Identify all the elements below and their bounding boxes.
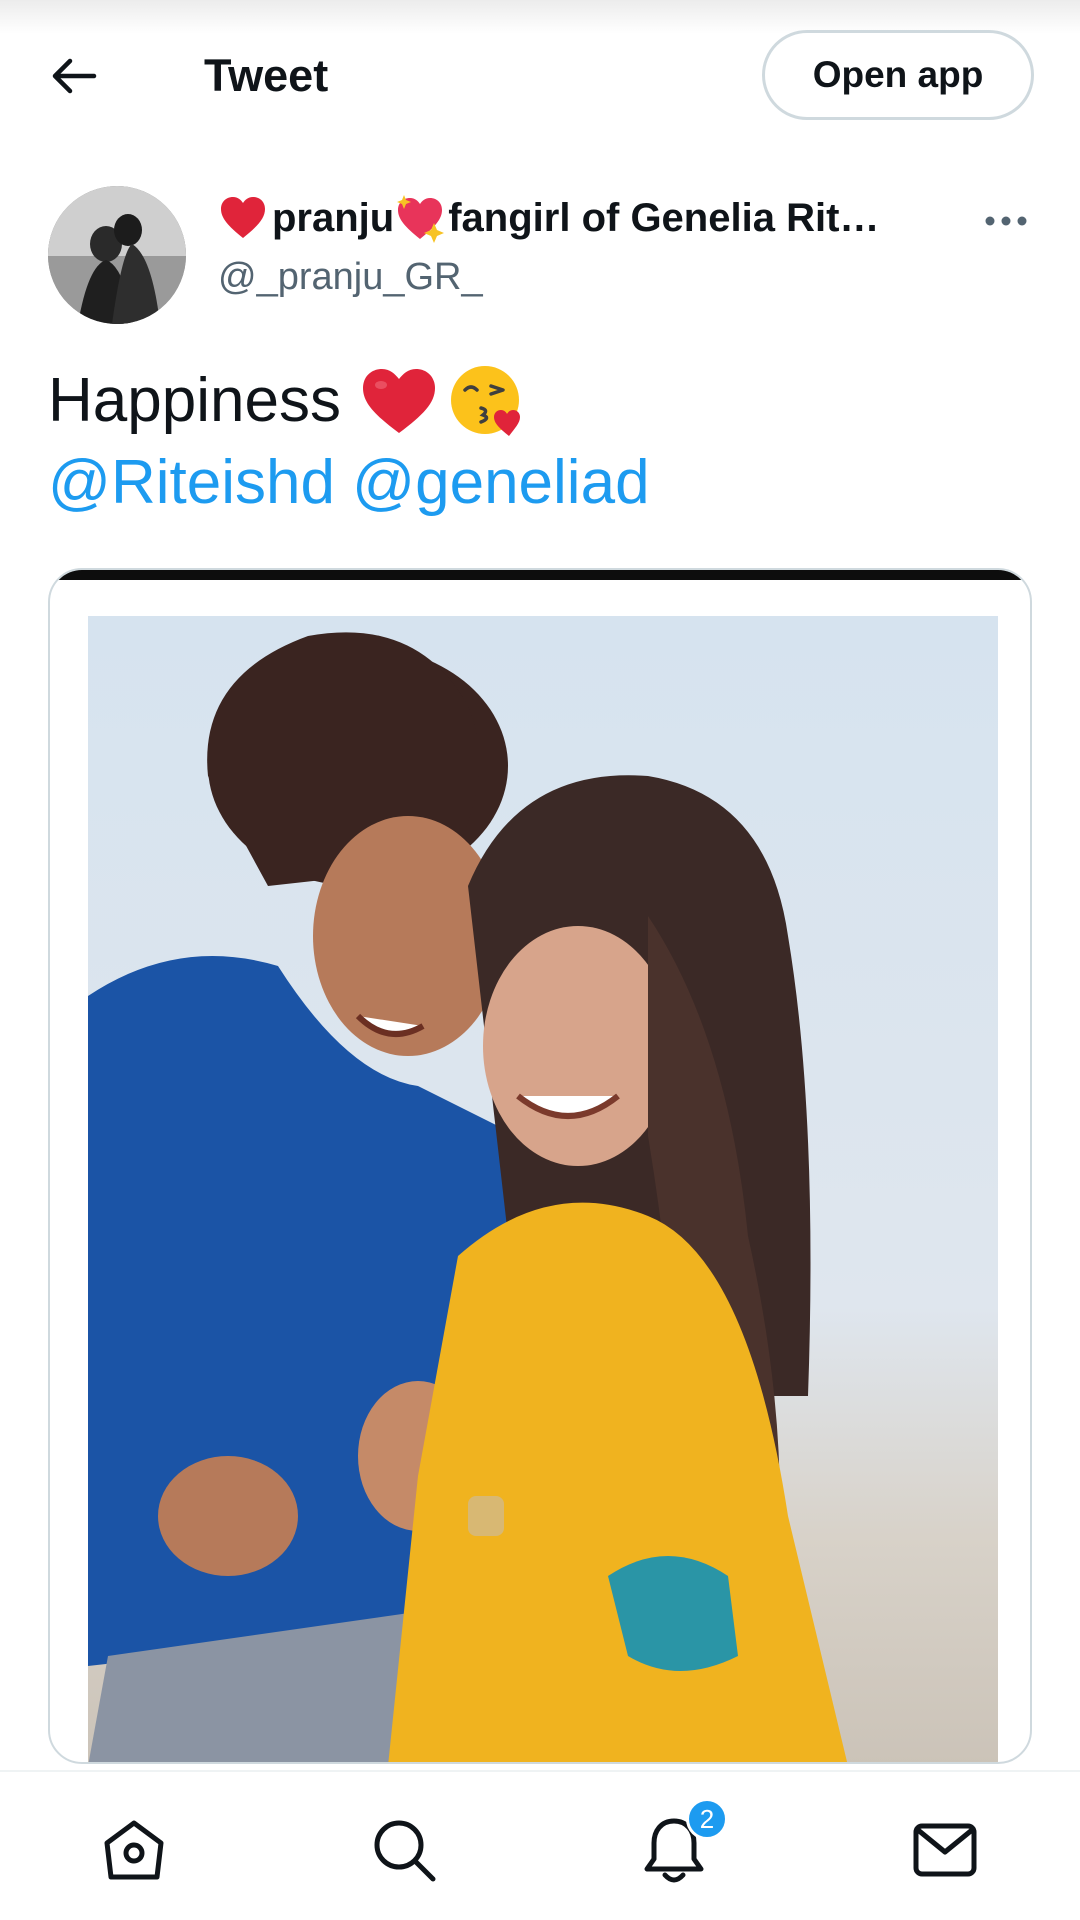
tweet-page: Tweet Open app pranju fangirl of Genelia… [0, 0, 1080, 1920]
arrow-left-icon [52, 58, 97, 94]
avatar-photo [48, 186, 186, 324]
more-options-button[interactable] [978, 196, 1034, 246]
tweet-media[interactable] [48, 568, 1032, 1764]
tweet-text-line: Happiness [48, 360, 1028, 442]
tweet-photo[interactable] [88, 616, 998, 1762]
more-horizontal-icon [985, 216, 1027, 226]
author-name: pranju fangirl of Genelia Rit… [218, 190, 978, 246]
red-heart-icon [221, 197, 265, 238]
red-heart-emoji-icon [362, 369, 435, 433]
tweet-mentions: @Riteishd @geneliad [48, 442, 1028, 524]
open-app-button[interactable]: Open app [762, 30, 1034, 120]
author-name-part2: fangirl of Genelia Rit… [448, 196, 880, 240]
author-name-part1: pranju [272, 196, 395, 240]
notifications-badge: 2 [686, 1798, 728, 1840]
nav-messages[interactable] [905, 1810, 985, 1890]
page-title: Tweet [204, 50, 329, 101]
search-icon [374, 1820, 436, 1882]
mention-link-riteishd[interactable]: @Riteishd [48, 448, 335, 517]
back-button[interactable] [40, 46, 108, 106]
author-info[interactable]: pranju fangirl of Genelia Rit… @_pranju_… [218, 190, 978, 304]
author-handle: @_pranju_GR_ [218, 256, 483, 298]
avatar[interactable] [48, 186, 186, 324]
home-icon [104, 1820, 164, 1880]
mail-icon [913, 1823, 977, 1877]
sparkling-heart-icon [397, 195, 445, 243]
photo-illustration [88, 632, 848, 1762]
tweet-body-text: Happiness [48, 366, 341, 435]
nav-search[interactable] [364, 1810, 444, 1890]
top-header: Tweet Open app [0, 24, 1080, 124]
face-blowing-kiss-emoji-icon [450, 366, 520, 436]
mention-link-geneliad[interactable]: @geneliad [352, 448, 649, 517]
media-top-bar [50, 570, 1030, 580]
tweet-text: Happiness @Riteishd @geneliad [48, 360, 1028, 524]
bottom-navigation: 2 [0, 1770, 1080, 1920]
nav-home[interactable] [94, 1810, 174, 1890]
